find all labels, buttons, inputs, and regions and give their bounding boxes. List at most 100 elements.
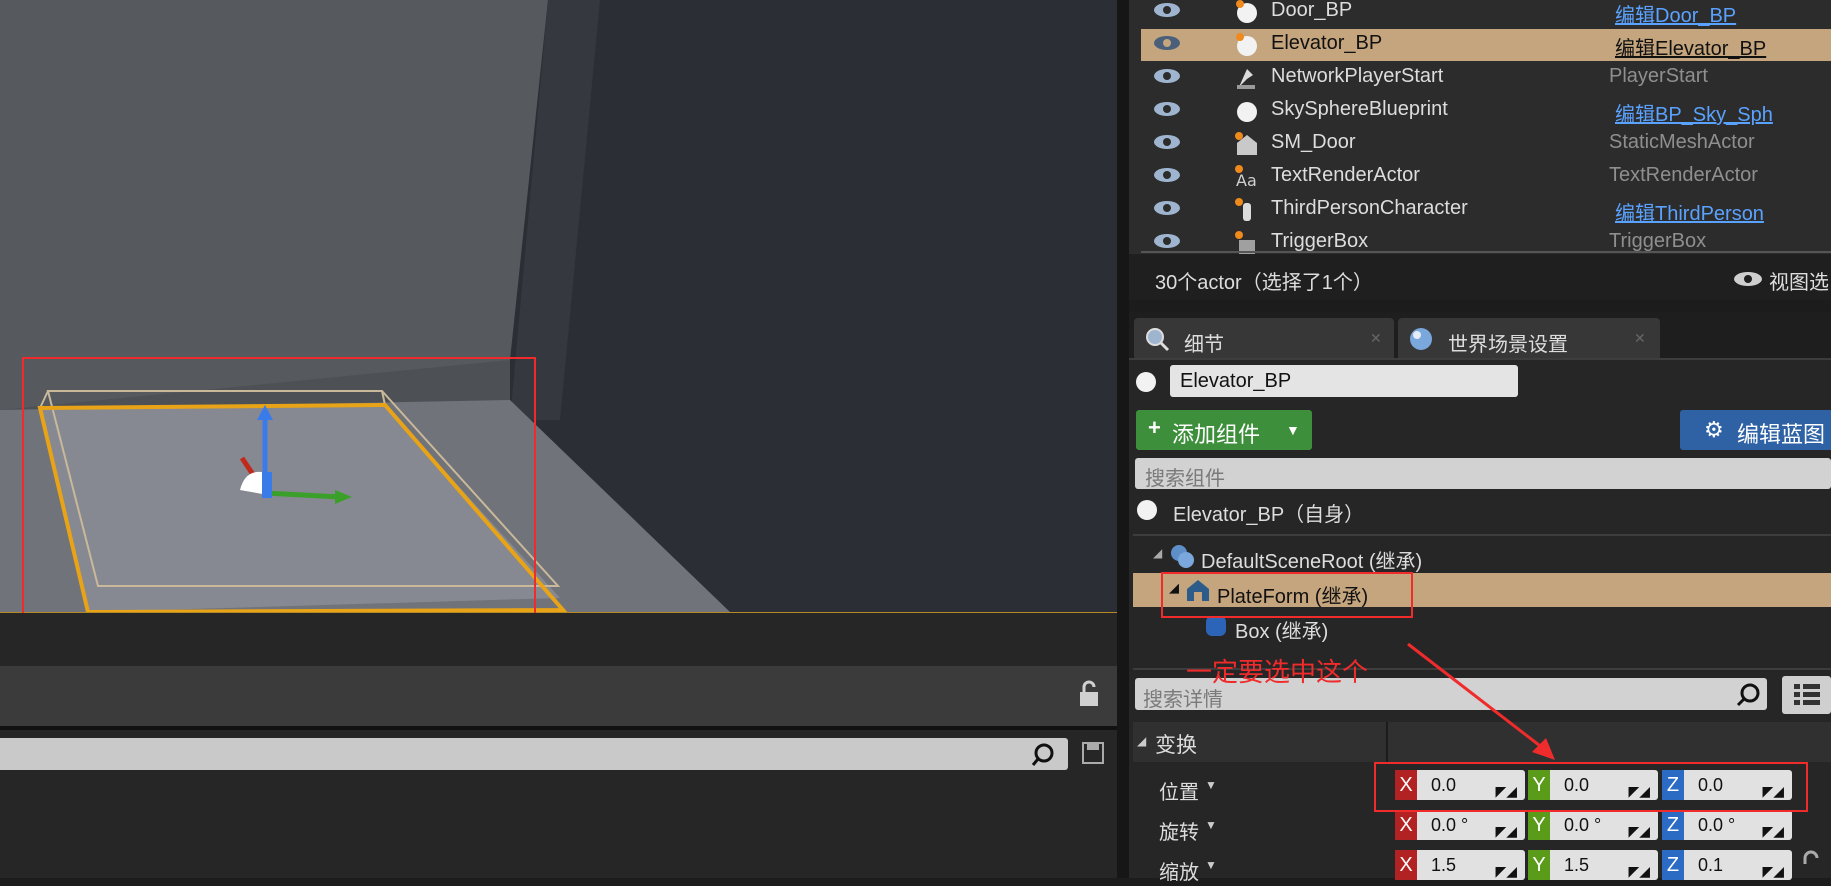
axis-z-label: Z [1662,850,1684,880]
dropdown-arrow-icon[interactable]: ▼ [1205,858,1217,872]
add-component-button[interactable]: + 添加组件 ▼ [1136,410,1312,450]
tab-details[interactable]: 细节 ✕ [1134,318,1394,358]
scale-x-input[interactable]: 1.5 ◤◢ [1417,850,1525,880]
blueprint-sphere-icon [1236,33,1257,56]
blueprint-sphere-icon [1236,0,1257,23]
scale-y-input[interactable]: 1.5 ◤◢ [1550,850,1658,880]
close-icon[interactable]: ✕ [1634,330,1646,347]
actor-type: TriggerBox [1609,230,1707,252]
scene-root-icon [1171,545,1194,568]
dropdown-arrow-icon[interactable]: ▼ [1205,818,1217,832]
actor-type-link[interactable]: 编辑BP_Sky_Sph [1615,98,1773,127]
rotation-x-input[interactable]: 0.0 ° ◤◢ [1417,810,1525,840]
axis-y-label: Y [1528,810,1550,840]
outliner-row[interactable]: Door_BP 编辑Door_BP [1141,0,1831,28]
annotation-text: 一定要选中这个 [1186,657,1369,687]
player-start-icon [1237,69,1255,89]
level-viewport[interactable] [0,0,1117,613]
actor-name: TextRenderActor [1271,164,1420,186]
edit-blueprint-button[interactable]: ⚙ 编辑蓝图 [1680,410,1831,450]
lock-icon[interactable] [1076,680,1104,710]
axis-x-label: X [1395,810,1417,840]
actor-name: TriggerBox [1271,230,1369,252]
edit-blueprint-label: 编辑蓝图 [1737,422,1826,447]
actor-sphere-icon [1137,500,1157,520]
axis-x-label: X [1395,850,1417,880]
magnifier-icon [1146,328,1170,352]
character-icon [1235,198,1251,221]
dropdown-arrow-icon[interactable]: ▼ [1205,778,1217,792]
self-row-label: Elevator_BP（自身） [1173,504,1365,526]
actor-type-link[interactable]: 编辑Elevator_BP [1615,32,1766,61]
actor-name: NetworkPlayerStart [1271,65,1444,87]
rotation-y-input[interactable]: 0.0 ° ◤◢ [1550,810,1658,840]
eye-icon[interactable] [1153,33,1181,53]
lock-scale-icon[interactable] [1801,850,1821,880]
property-label[interactable]: 缩放 [1159,856,1199,885]
grid-icon [1794,684,1820,705]
close-icon[interactable]: ✕ [1370,330,1382,347]
outliner-row[interactable]: Aa TextRenderActor TextRenderActor [1141,161,1831,193]
annotation-arrow [1407,642,1555,760]
search-icon [1736,683,1760,707]
eye-icon[interactable] [1153,99,1181,119]
property-label[interactable]: 旋转 [1159,816,1199,845]
component-search-input[interactable]: 搜索组件 [1135,458,1831,490]
static-mesh-icon [1235,132,1257,155]
actor-name: Door_BP [1271,0,1353,21]
outliner-row[interactable]: SkySphereBlueprint 编辑BP_Sky_Sph [1141,95,1831,127]
eye-icon[interactable] [1153,132,1181,152]
property-label[interactable]: 位置 [1159,776,1199,805]
search-icon [1031,743,1054,766]
outliner-row[interactable]: NetworkPlayerStart PlayerStart [1141,62,1831,94]
outliner-row[interactable]: TriggerBox TriggerBox [1141,227,1831,254]
actor-type-link[interactable]: 编辑Door_BP [1615,0,1736,28]
view-options-grid-button[interactable] [1782,676,1831,714]
collapse-arrow-icon: ◢ [1137,734,1147,748]
actor-name: ThirdPersonCharacter [1271,197,1468,219]
component-row-default-scene-root[interactable]: ◢ DefaultSceneRoot (继承) [1133,538,1831,573]
outliner-row[interactable]: SM_Door StaticMeshActor [1141,128,1831,160]
scale-z-input[interactable]: 0.1 ◤◢ [1684,850,1792,880]
gears-icon: ⚙ [1704,417,1724,442]
eye-icon[interactable] [1153,0,1181,20]
annotation-box-viewport [22,357,536,613]
actor-type: StaticMeshActor [1609,131,1755,153]
content-toolbar [0,666,1117,726]
outliner-row-selected[interactable]: Elevator_BP 编辑Elevator_BP [1141,29,1831,61]
actor-name-value: Elevator_BP [1180,370,1292,392]
self-component-row[interactable]: Elevator_BP（自身） [1133,492,1831,526]
content-search-input[interactable] [0,738,1068,770]
panel-splitter[interactable] [1117,0,1129,878]
left-wall [0,0,548,410]
annotation-box-location [1374,762,1808,812]
tab-label: 世界场景设置 [1448,334,1568,356]
rotation-z-input[interactable]: 0.0 ° ◤◢ [1684,810,1792,840]
eye-icon[interactable] [1153,66,1181,86]
actor-type-link[interactable]: 编辑ThirdPerson [1615,197,1764,226]
save-icon[interactable] [1080,740,1106,766]
expand-arrow-icon[interactable]: ◢ [1153,546,1162,560]
axis-y-label: Y [1528,850,1550,880]
view-options-eye-icon[interactable] [1733,270,1763,288]
world-outliner: Door_BP 编辑Door_BP Elevator_BP 编辑Elevator… [1129,0,1831,254]
outliner-row[interactable]: ThirdPersonCharacter 编辑ThirdPerson [1141,194,1831,226]
view-options-label[interactable]: 视图选 [1769,266,1829,295]
search-placeholder: 搜索组件 [1145,468,1225,490]
eye-icon[interactable] [1153,165,1181,185]
actor-type: PlayerStart [1609,65,1708,87]
plus-icon: + [1148,415,1161,440]
svg-text:Aa: Aa [1236,171,1257,190]
annotation-box-plateform [1161,572,1413,618]
actor-sphere-icon [1136,372,1156,392]
eye-icon[interactable] [1153,231,1181,251]
component-label: DefaultSceneRoot (继承) [1201,551,1423,573]
tab-world-settings[interactable]: 世界场景设置 ✕ [1398,318,1660,358]
eye-icon[interactable] [1153,198,1181,218]
actor-count: 30个actor（选择了1个） [1155,272,1373,294]
dropdown-arrow-icon: ▼ [1286,422,1300,438]
actor-name-input[interactable]: Elevator_BP [1170,365,1518,397]
sphere-icon [1237,102,1257,122]
rotation-row: 旋转 ▼ X 0.0 ° ◤◢ Y 0.0 ° ◤◢ Z 0.0 ° ◤◢ [1133,806,1831,846]
component-label: Box (继承) [1235,621,1329,643]
